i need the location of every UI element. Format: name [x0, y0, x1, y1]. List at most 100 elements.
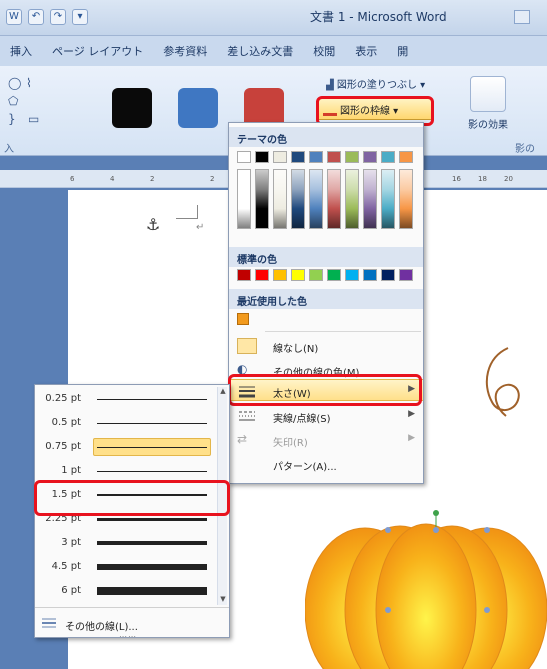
- ruler-tick: 2: [210, 175, 215, 183]
- dashes-item[interactable]: 実線/点線(S) ▶: [229, 405, 423, 427]
- theme-shade-column[interactable]: [345, 169, 359, 229]
- standard-swatch[interactable]: [273, 269, 287, 281]
- theme-color-row: [237, 151, 413, 163]
- standard-swatch[interactable]: [381, 269, 395, 281]
- theme-swatch[interactable]: [345, 151, 359, 163]
- paint-bucket-icon: ▟: [326, 80, 334, 91]
- theme-swatch[interactable]: [309, 151, 323, 163]
- window-title: 文書 1 - Microsoft Word: [310, 10, 447, 24]
- theme-swatch[interactable]: [363, 151, 377, 163]
- theme-shade-column[interactable]: [291, 169, 305, 229]
- weight-line: [97, 423, 207, 424]
- tab-view[interactable]: 表示: [345, 43, 387, 59]
- more-lines-item[interactable]: その他の線(L)... ⋯⋯: [35, 607, 229, 641]
- standard-swatch[interactable]: [327, 269, 341, 281]
- standard-swatch[interactable]: [399, 269, 413, 281]
- tab-developer[interactable]: 開: [387, 43, 418, 59]
- paragraph-mark-icon: ↵: [196, 222, 205, 233]
- word-logo-icon[interactable]: W: [6, 9, 22, 25]
- freeform-curve-shape[interactable]: [478, 344, 528, 424]
- tab-page-layout[interactable]: ページ レイアウト: [42, 43, 153, 59]
- theme-swatch[interactable]: [399, 151, 413, 163]
- brace-shape-icon[interactable]: }: [8, 112, 16, 126]
- weight-option[interactable]: 6 pt: [35, 579, 217, 603]
- theme-swatch[interactable]: [237, 151, 251, 163]
- weight-line: [97, 471, 207, 472]
- quick-access-toolbar: W ↶ ↷ ▾: [6, 9, 88, 25]
- no-outline-item[interactable]: 線なし(N): [229, 335, 423, 357]
- style-swatch-black[interactable]: [112, 88, 152, 128]
- weight-option[interactable]: 3 pt: [35, 531, 217, 555]
- ribbon-tabs: 挿入 ページ レイアウト 参考資料 差し込み文書 校閲 表示 開: [0, 36, 547, 66]
- theme-swatch[interactable]: [381, 151, 395, 163]
- weight-option[interactable]: 4.5 pt: [35, 555, 217, 579]
- undo-icon[interactable]: ↶: [28, 9, 44, 25]
- dash-style-icon: [237, 408, 257, 424]
- theme-shade-column[interactable]: [273, 169, 287, 229]
- pumpkin-shape[interactable]: [305, 510, 547, 669]
- ruler-tick: 16: [452, 175, 461, 183]
- tab-insert[interactable]: 挿入: [0, 43, 42, 59]
- standard-swatch[interactable]: [345, 269, 359, 281]
- theme-colors-header: テーマの色: [229, 127, 423, 147]
- resize-grip-icon[interactable]: ⋯⋯: [119, 632, 137, 641]
- theme-shade-column[interactable]: [327, 169, 341, 229]
- weight-line: [97, 564, 207, 570]
- style-swatch-blue[interactable]: [178, 88, 218, 128]
- theme-swatch[interactable]: [291, 151, 305, 163]
- theme-swatch[interactable]: [327, 151, 341, 163]
- weight-item-highlight: [228, 374, 422, 406]
- standard-swatch[interactable]: [255, 269, 269, 281]
- weight-line: [97, 447, 207, 448]
- theme-shade-column[interactable]: [309, 169, 323, 229]
- freeform-shape-icon[interactable]: ⌇: [26, 76, 32, 90]
- line-options-icon: [41, 617, 57, 629]
- pentagon-shape-icon[interactable]: ⬠: [8, 94, 18, 108]
- theme-shade-column[interactable]: [399, 169, 413, 229]
- recent-color-swatch[interactable]: [237, 313, 249, 325]
- theme-shade-column[interactable]: [255, 169, 269, 229]
- weight-line: [97, 541, 207, 545]
- scroll-down-icon[interactable]: ▼: [218, 595, 228, 605]
- pattern-item[interactable]: パターン(A)...: [229, 453, 423, 475]
- theme-shade-column[interactable]: [363, 169, 377, 229]
- group-label-shadow: 影の: [515, 144, 535, 155]
- tab-references[interactable]: 参考資料: [153, 43, 217, 59]
- weight-option-selected[interactable]: 0.75 pt: [35, 435, 217, 459]
- title-bar: W ↶ ↷ ▾ 文書 1 - Microsoft Word: [0, 0, 547, 36]
- recent-colors-header: 最近使用した色: [229, 289, 423, 309]
- arrows-item: ⇄ 矢印(R) ▶: [237, 432, 415, 449]
- theme-swatch[interactable]: [273, 151, 287, 163]
- customize-qat-icon[interactable]: ▾: [72, 9, 88, 25]
- shadow-effect-button[interactable]: [470, 76, 506, 112]
- no-outline-icon: [237, 338, 257, 354]
- ruler-tick: 18: [478, 175, 487, 183]
- textbox-icon[interactable]: ▭: [28, 112, 39, 126]
- standard-swatch[interactable]: [309, 269, 323, 281]
- theme-shade-column[interactable]: [381, 169, 395, 229]
- ruler-tick: 20: [504, 175, 513, 183]
- redo-icon[interactable]: ↷: [50, 9, 66, 25]
- submenu-arrow-icon: ▶: [408, 433, 415, 443]
- margin-corner-mark: [176, 205, 198, 219]
- tab-mailings[interactable]: 差し込み文書: [217, 43, 303, 59]
- weight-line: [97, 518, 207, 521]
- theme-shade-column[interactable]: [237, 169, 251, 229]
- weight-option[interactable]: 0.25 pt: [35, 387, 217, 411]
- standard-swatch[interactable]: [237, 269, 251, 281]
- tab-review[interactable]: 校閲: [303, 43, 345, 59]
- ruler-tick: 4: [110, 175, 115, 183]
- standard-color-row: [237, 269, 413, 281]
- weight-option-highlight: [34, 480, 230, 516]
- oval-shape-icon[interactable]: ◯: [8, 76, 21, 90]
- theme-shade-grid: [237, 169, 413, 229]
- standard-swatch[interactable]: [291, 269, 305, 281]
- weight-option[interactable]: 0.5 pt: [35, 411, 217, 435]
- scroll-up-icon[interactable]: ▲: [218, 387, 228, 397]
- standard-swatch[interactable]: [363, 269, 377, 281]
- shape-fill-button[interactable]: ▟ 図形の塗りつぶし ▾: [326, 76, 425, 91]
- minimize-button[interactable]: [514, 10, 530, 24]
- menu-separator: [265, 331, 421, 332]
- arrow-style-icon: ⇄: [237, 432, 248, 446]
- theme-swatch[interactable]: [255, 151, 269, 163]
